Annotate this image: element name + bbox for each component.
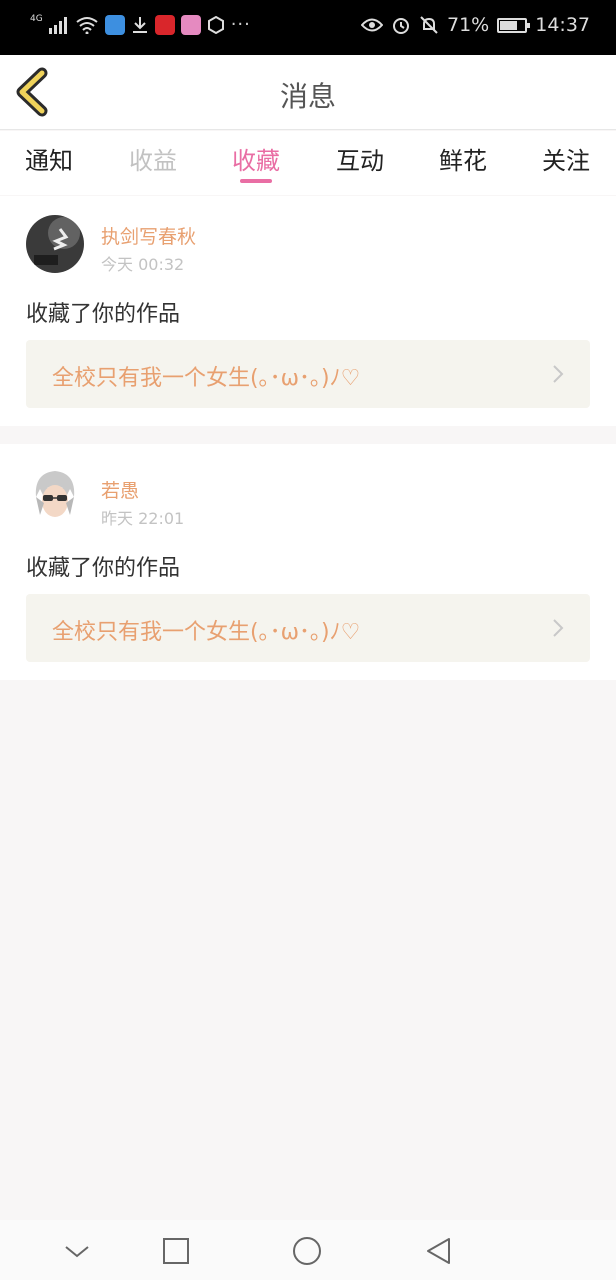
page-title: 消息 — [279, 80, 336, 113]
avatar-image — [26, 215, 84, 273]
work-link[interactable]: 全校只有我一个女生(｡･ω･｡)ﾉ♡ — [26, 340, 590, 408]
download-icon — [132, 16, 147, 33]
shield-app-icon — [207, 15, 224, 34]
message-card: 执剑写春秋 今天 00:32 收藏了你的作品 全校只有我一个女生(｡･ω･｡)ﾉ… — [0, 196, 616, 426]
username[interactable]: 执剑写春秋 — [101, 222, 196, 249]
alarm-icon — [393, 18, 409, 34]
status-left: 4G ··· — [30, 13, 251, 36]
active-tab-indicator — [240, 179, 272, 183]
action-text: 收藏了你的作品 — [26, 556, 181, 581]
message-card: 若愚 昨天 22:01 收藏了你的作品 全校只有我一个女生(｡･ω･｡)ﾉ♡ — [0, 444, 616, 680]
recents-square-icon[interactable] — [161, 1236, 191, 1266]
work-link[interactable]: 全校只有我一个女生(｡･ω･｡)ﾉ♡ — [26, 594, 590, 662]
chevron-right-icon — [553, 619, 564, 637]
message-time: 昨天 22:01 — [101, 509, 185, 528]
battery-icon — [497, 17, 531, 33]
back-triangle-icon[interactable] — [424, 1236, 454, 1266]
camera-app-icon — [180, 14, 201, 35]
system-nav-bar — [0, 1220, 616, 1280]
chevron-down-icon[interactable] — [62, 1236, 92, 1266]
username[interactable]: 若愚 — [101, 476, 139, 503]
tab-interactions[interactable]: 互动 — [310, 141, 410, 176]
tab-follows[interactable]: 关注 — [516, 141, 616, 176]
home-circle-icon[interactable] — [292, 1236, 322, 1266]
work-title: 全校只有我一个女生(｡･ω･｡)ﾉ♡ — [52, 620, 361, 645]
more-notifications: ··· — [230, 14, 251, 35]
action-text: 收藏了你的作品 — [26, 302, 181, 327]
tab-favorites[interactable]: 收藏 — [206, 141, 306, 176]
avatar[interactable] — [26, 467, 84, 525]
message-time: 今天 00:32 — [101, 255, 185, 274]
wifi-icon — [76, 16, 98, 34]
tab-earnings[interactable]: 收益 — [103, 141, 203, 176]
chevron-right-icon — [553, 365, 564, 383]
netease-app-icon — [154, 14, 175, 35]
tab-flowers[interactable]: 鲜花 — [413, 141, 513, 176]
mute-bell-icon — [420, 16, 438, 34]
avatar-image — [26, 467, 84, 525]
eye-icon — [361, 18, 383, 32]
avatar[interactable] — [26, 215, 84, 273]
tab-bar: 通知 收益 收藏 互动 鲜花 关注 — [0, 131, 616, 195]
work-title: 全校只有我一个女生(｡･ω･｡)ﾉ♡ — [52, 366, 361, 391]
app-notification-icon — [104, 14, 125, 35]
tab-notifications[interactable]: 通知 — [0, 141, 99, 176]
network-type: 4G — [30, 13, 43, 24]
app-header: 消息 — [0, 55, 616, 130]
clock: 14:37 — [535, 14, 590, 36]
battery-percent: 71% — [447, 14, 490, 36]
signal-icon — [48, 16, 67, 34]
status-right: 71% 14:37 — [361, 14, 590, 36]
status-bar: 4G ··· 71% 14:37 — [0, 0, 616, 55]
